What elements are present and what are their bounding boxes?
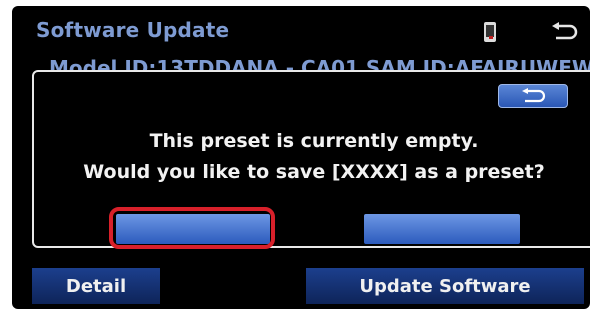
dialog-back-button[interactable] <box>498 84 568 108</box>
dialog-message-line-1: This preset is currently empty. <box>149 130 479 152</box>
detail-button[interactable]: Detail <box>32 268 160 304</box>
page-title: Software Update <box>36 18 230 42</box>
highlight-box <box>109 207 275 249</box>
head-unit-screen: Software Update Model ID:13TDDANA - CA01… <box>12 6 590 309</box>
phone-icon <box>484 22 496 42</box>
preset-dialog: This preset is currently empty. Would yo… <box>32 70 590 249</box>
back-arrow-icon[interactable] <box>548 20 578 44</box>
back-arrow-icon <box>522 88 546 103</box>
update-software-button[interactable]: Update Software <box>306 268 584 304</box>
dialog-message-line-2: Would you like to save [XXXX] as a prese… <box>83 161 545 183</box>
dialog-no-button[interactable] <box>364 214 520 244</box>
model-id-line: Model ID:13TDDANA - CA01 SAM ID:AFAIRUWE… <box>49 56 590 70</box>
